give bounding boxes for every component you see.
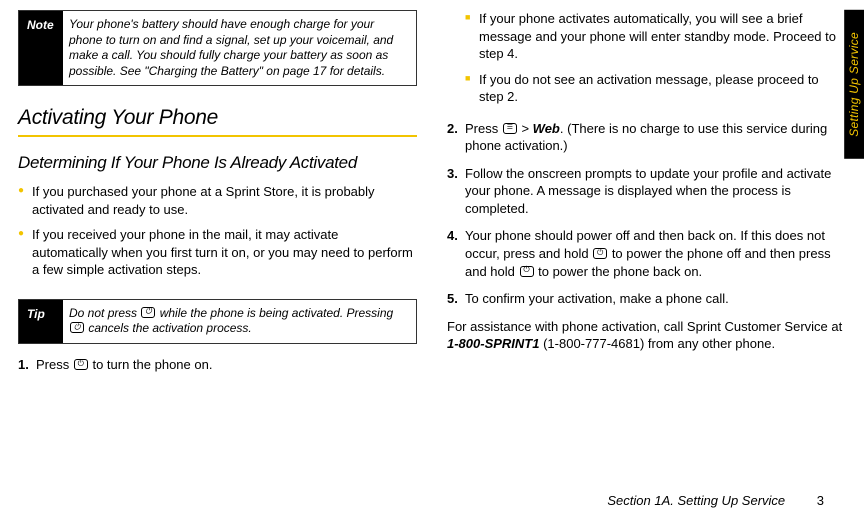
step-1: 1. Press to turn the phone on. — [18, 356, 417, 374]
power-key-icon — [141, 307, 155, 318]
right-column: If your phone activates automatically, y… — [447, 10, 846, 465]
tip-text: Do not press — [69, 306, 140, 320]
step-5: 5. To confirm your activation, make a ph… — [447, 290, 846, 308]
note-body: Your phone's battery should have enough … — [63, 11, 416, 85]
step-text: Follow the onscreen prompts to update yo… — [465, 166, 831, 216]
sub-bullets: If your phone activates automatically, y… — [465, 10, 846, 114]
page-number: 3 — [817, 493, 824, 508]
power-key-icon — [593, 248, 607, 259]
bullet-item: If you purchased your phone at a Sprint … — [18, 183, 417, 218]
intro-bullets: If you purchased your phone at a Sprint … — [18, 183, 417, 287]
step-text: To confirm your activation, make a phone… — [465, 291, 729, 306]
support-number: 1-800-SPRINT1 — [447, 336, 539, 351]
power-key-icon — [70, 322, 84, 333]
web-label: Web — [533, 121, 560, 136]
side-tab: Setting Up Service — [844, 10, 864, 159]
sub-bullet: If your phone activates automatically, y… — [465, 10, 846, 63]
step-text: Your phone should power off and then bac… — [465, 228, 831, 278]
power-key-icon — [74, 359, 88, 370]
note-box: Note Your phone's battery should have en… — [18, 10, 417, 86]
step-number: 5. — [447, 290, 458, 308]
steps-right: 2. Press > Web. (There is no charge to u… — [447, 120, 846, 318]
step-number: 1. — [18, 356, 29, 374]
step-text: Press > Web. (There is no charge to use … — [465, 121, 827, 154]
heading-activating: Activating Your Phone — [18, 104, 417, 136]
step-number: 3. — [447, 165, 458, 183]
bullet-item: If you received your phone in the mail, … — [18, 226, 417, 279]
step-4: 4. Your phone should power off and then … — [447, 227, 846, 280]
tip-body: Do not press while the phone is being ac… — [63, 300, 416, 343]
left-column: Note Your phone's battery should have en… — [18, 10, 417, 465]
tip-text: while the phone is being activated. Pres… — [156, 306, 393, 320]
step-3: 3. Follow the onscreen prompts to update… — [447, 165, 846, 218]
tip-text: cancels the activation process. — [85, 321, 252, 335]
footer-section: Section 1A. Setting Up Service — [607, 493, 785, 508]
power-key-icon — [520, 266, 534, 277]
footer: Section 1A. Setting Up Service 3 — [607, 492, 824, 510]
sub-bullet: If you do not see an activation message,… — [465, 71, 846, 106]
heading-determining: Determining If Your Phone Is Already Act… — [18, 153, 417, 173]
note-label: Note — [19, 11, 63, 85]
step-text: Press to turn the phone on. — [36, 357, 212, 372]
step-number: 4. — [447, 227, 458, 245]
tip-label: Tip — [19, 300, 63, 343]
steps-left: 1. Press to turn the phone on. — [18, 356, 417, 384]
assistance-paragraph: For assistance with phone activation, ca… — [447, 318, 846, 353]
step-2: 2. Press > Web. (There is no charge to u… — [447, 120, 846, 155]
tip-box: Tip Do not press while the phone is bein… — [18, 299, 417, 344]
step-number: 2. — [447, 120, 458, 138]
menu-key-icon — [503, 123, 517, 134]
